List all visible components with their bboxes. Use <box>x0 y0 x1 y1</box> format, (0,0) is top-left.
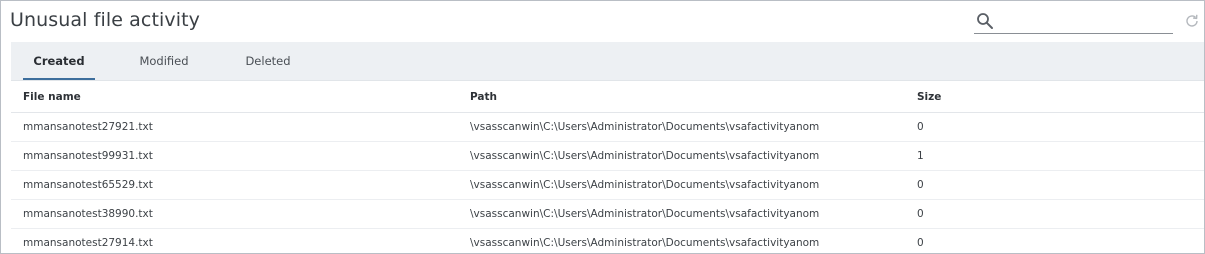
tab-created[interactable]: Created <box>23 42 95 80</box>
content-panel: Created Modified Deleted File name Path … <box>11 42 1204 253</box>
cell-size: 0 <box>905 228 1204 253</box>
cell-path: \vsasscanwin\C:\Users\Administrator\Docu… <box>458 112 905 142</box>
cell-size: 1 <box>905 141 1204 171</box>
table-row[interactable]: mmansanotest99931.txt \vsasscanwin\C:\Us… <box>11 141 1204 171</box>
tab-modified[interactable]: Modified <box>129 42 199 80</box>
cell-size: 0 <box>905 112 1204 142</box>
widget-title: Unusual file activity <box>10 9 201 31</box>
cell-file-name: mmansanotest27914.txt <box>11 228 458 253</box>
cell-file-name: mmansanotest38990.txt <box>11 199 458 229</box>
column-header-file-name[interactable]: File name <box>11 81 458 113</box>
table-row[interactable]: mmansanotest27921.txt \vsasscanwin\C:\Us… <box>11 112 1204 142</box>
file-activity-table: File name Path Size mmansanotest27921.tx… <box>11 81 1204 253</box>
cell-file-name: mmansanotest65529.txt <box>11 170 458 200</box>
column-header-size[interactable]: Size <box>905 81 1204 113</box>
search-icon[interactable] <box>976 12 994 30</box>
table-row[interactable]: mmansanotest27914.txt \vsasscanwin\C:\Us… <box>11 228 1204 253</box>
table-header-row: File name Path Size <box>11 81 1204 113</box>
table-row[interactable]: mmansanotest65529.txt \vsasscanwin\C:\Us… <box>11 170 1204 200</box>
cell-size: 0 <box>905 170 1204 200</box>
refresh-icon[interactable] <box>1184 13 1200 29</box>
cell-file-name: mmansanotest99931.txt <box>11 141 458 171</box>
column-header-path[interactable]: Path <box>458 81 905 113</box>
table-row[interactable]: mmansanotest38990.txt \vsasscanwin\C:\Us… <box>11 199 1204 229</box>
cell-path: \vsasscanwin\C:\Users\Administrator\Docu… <box>458 228 905 253</box>
search-input[interactable] <box>998 10 1172 32</box>
tab-deleted[interactable]: Deleted <box>238 42 298 80</box>
unusual-file-activity-widget: Unusual file activity Created Modified D… <box>0 0 1205 254</box>
cell-path: \vsasscanwin\C:\Users\Administrator\Docu… <box>458 199 905 229</box>
search-box[interactable] <box>974 9 1173 34</box>
cell-path: \vsasscanwin\C:\Users\Administrator\Docu… <box>458 141 905 171</box>
cell-file-name: mmansanotest27921.txt <box>11 112 458 142</box>
widget-header: Unusual file activity <box>1 1 1204 42</box>
cell-size: 0 <box>905 199 1204 229</box>
tab-bar: Created Modified Deleted <box>11 42 1204 81</box>
cell-path: \vsasscanwin\C:\Users\Administrator\Docu… <box>458 170 905 200</box>
